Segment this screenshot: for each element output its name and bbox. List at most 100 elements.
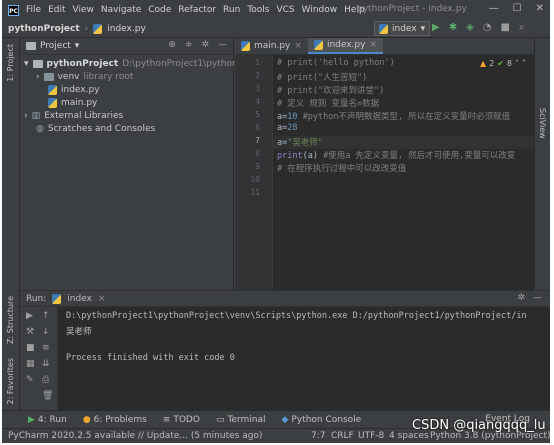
up-arrow-icon[interactable]: ↑ [42,311,50,321]
print-icon[interactable]: ⎙ [42,375,49,385]
search-icon[interactable]: ⌕ [519,22,525,33]
breadcrumb-project[interactable]: pythonProject [8,24,80,34]
menu-tools[interactable]: Tools [247,5,269,15]
tree-item-scratches[interactable]: ◍ Scratches and Consoles [36,122,155,135]
code-editor: main.py × index.py × 1 2 3 4 5 6 7 8 9 1… [235,38,534,290]
inspection-widget[interactable]: ▲ 2 ✔ 8 ˄ ˅ [480,59,526,68]
menu-view[interactable]: View [73,5,94,15]
structure-tool-tab[interactable]: Z: Structure [6,296,15,344]
close-icon[interactable]: × [98,294,106,304]
stop-icon[interactable]: ■ [501,22,510,33]
code-line-8[interactable]: print(a) #使用a 先定义变量, 然后才可使用,变量可以改变 [277,149,515,161]
menu-navigate[interactable]: Navigate [101,5,141,15]
hide-icon[interactable]: — [218,40,227,50]
rerun-icon[interactable]: ▶ [26,311,33,321]
problems-tool-button[interactable]: ● 6: Problems [83,415,147,425]
chevron-down-icon[interactable]: ▾ [75,41,80,51]
menu-run[interactable]: Run [223,5,240,15]
code-line-5[interactable]: a=10 #python不声明数据类型, 所以在定义变量时必须赋值 [277,110,510,122]
menu-refactor[interactable]: Refactor [178,5,216,15]
caret-position[interactable]: 7:7 [311,431,325,441]
tab-main-py[interactable]: main.py × [235,38,308,54]
favorites-tool-tab[interactable]: 2: Favorites [6,358,15,404]
problems-icon: ● [82,414,91,425]
scratches-icon: ◍ [36,123,44,134]
code-line-9[interactable]: # 在程序执行过程中可以改改变值 [277,162,406,174]
python-icon: ◆ [281,414,289,425]
tree-item-label: venv [57,71,80,82]
line-number: 11 [250,188,260,197]
down-arrow-icon[interactable]: ↓ [42,327,50,337]
tree-item-external-libraries[interactable]: › ▥ External Libraries [24,109,123,122]
chevron-down-icon: ▾ [420,23,426,34]
tree-item-index-py[interactable]: index.py [48,83,100,96]
tree-item-main-py[interactable]: main.py [48,96,97,109]
scroll-end-icon[interactable]: ⇊ [42,359,50,369]
sciview-tool-tab[interactable]: SciView [538,108,547,139]
profile-icon[interactable]: ◔ [483,22,492,33]
tab-index-py[interactable]: index.py × [307,38,384,54]
close-icon[interactable]: × [294,41,302,51]
project-tool-tab[interactable]: 1: Project [6,44,15,82]
python-file-icon [241,41,250,51]
line-number: 2 [255,71,260,80]
menu-window[interactable]: Window [302,5,338,15]
hide-icon[interactable]: — [533,293,542,303]
run-icon[interactable]: ▶ [432,22,440,33]
pin-icon[interactable]: ✎ [26,375,34,385]
code-comment: # print("欢迎来到讲堂") [277,86,385,96]
collapse-all-icon[interactable]: ≑ [185,40,193,50]
coverage-icon[interactable]: ◈ [466,22,474,33]
menu-vcs[interactable]: VCS [276,5,294,15]
terminal-tool-button[interactable]: ▭ Terminal [216,415,266,425]
code-line-1[interactable]: # print('hello python') [277,58,395,68]
code-line-3[interactable]: # print("欢迎来到讲堂") [277,84,384,96]
close-icon[interactable]: ✕ [536,3,544,14]
trash-icon[interactable]: 🗑 [42,391,53,401]
line-number-gutter: 1 2 3 4 5 6 7 8 9 10 11 [235,55,273,290]
menu-edit[interactable]: Edit [48,5,65,15]
stop-icon[interactable]: ■ [26,343,35,353]
soft-wrap-icon[interactable]: ≡ [42,343,50,353]
maximize-icon[interactable]: ☐ [513,3,522,14]
menu-bar: PC File Edit View Navigate Code Refactor… [2,0,550,20]
code-line-6[interactable]: a=28 [277,123,298,133]
tree-item-hint: library root [83,71,134,82]
minimize-icon[interactable]: — [489,3,499,14]
run-tab[interactable]: index [67,294,92,304]
locate-icon[interactable]: ⊕ [168,40,176,50]
debug-icon[interactable]: ✱ [449,22,457,33]
tree-item-venv[interactable]: › venv library root [36,70,133,83]
tree-root-project[interactable]: ▾ pythonProject D:\pythonProject1\python… [24,57,269,70]
line-number: 7 [255,136,260,145]
code-line-7[interactable]: a="吴老师" [277,136,323,148]
tool-button-label: Python Console [291,414,362,425]
code-text: a= [277,123,288,133]
project-view-select[interactable]: Project [40,41,71,51]
left-tool-stripe: 1: Project Z: Structure 2: Favorites [2,38,20,410]
update-notification[interactable]: PyCharm 2020.2.5 available // Update... … [8,431,262,441]
run-tool-button[interactable]: ▶ 4: Run [28,415,67,425]
run-configuration-select[interactable]: index ▾ [374,21,431,36]
layout-icon[interactable]: ▦ [26,359,35,369]
gear-icon[interactable]: ✲ [201,40,209,50]
line-separator[interactable]: CRLF [331,431,354,441]
breadcrumb-file[interactable]: index.py [107,24,146,34]
code-line-2[interactable]: # print("人生苦短") [277,71,367,83]
chevron-up-icon[interactable]: ˄ [515,59,519,68]
menu-code[interactable]: Code [148,5,171,15]
menu-file[interactable]: File [26,5,41,15]
python-console-tool-button[interactable]: ◆ Python Console [282,415,362,425]
close-icon[interactable]: × [369,40,377,50]
todo-tool-button[interactable]: ≡ TODO [163,415,200,425]
gear-icon[interactable]: ✲ [517,293,525,303]
run-configuration-label: index [392,23,417,34]
wrench-icon[interactable]: ⚒ [26,327,34,337]
file-encoding[interactable]: UTF-8 [358,431,384,441]
python-file-icon [93,23,103,34]
code-line-4[interactable]: # 定义 规则 变量名=数据 [277,97,379,109]
chevron-right-icon: › [24,110,28,121]
python-file-icon [52,293,62,304]
code-comment: # print("人生苦短") [277,73,368,83]
chevron-down-icon[interactable]: ˅ [522,59,526,68]
